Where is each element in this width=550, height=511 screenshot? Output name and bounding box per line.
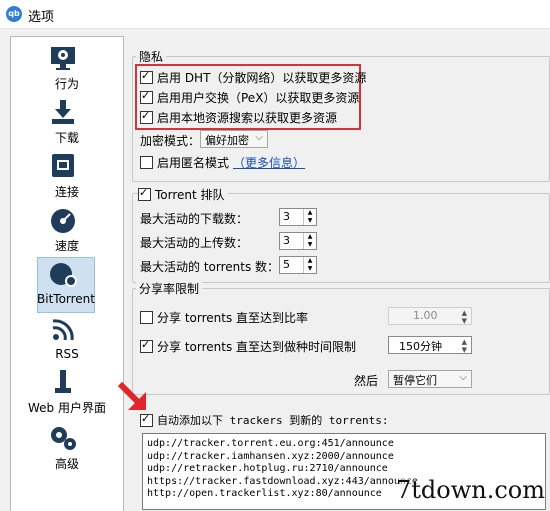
title-bar: qb 选项 [0,0,550,29]
checkbox-box[interactable] [138,186,151,201]
max-uploads-label: 最大活动的上传数： [140,236,249,250]
sidebar-item-label: 高级 [54,457,79,471]
then-action-select[interactable]: 暂停它们 ⌵ [388,370,472,388]
checkbox-box[interactable] [140,338,153,353]
tracker-line: udp://tracker.torrent.eu.org:451/announc… [147,438,394,449]
queue-checkbox[interactable]: Torrent 排队 [138,186,228,203]
sidebar-item-bittorrent[interactable]: BitTorrent [37,257,95,313]
rss-icon [52,319,74,341]
spin-down-icon[interactable]: ▼ [304,241,316,249]
encryption-mode-value: 偏好加密 [205,134,249,147]
sidebar-item-rss[interactable]: RSS [11,313,123,367]
globe-gear-icon [50,263,77,287]
anonymous-mode-label: 启用匿名模式 [157,156,230,170]
bittorrent-settings-panel: 隐私 启用 DHT（分散网络）以获取更多资源 启用用户交换（PeX）以获取更多资… [130,36,550,510]
lsd-label: 启用本地资源搜索以获取更多资源 [157,111,338,125]
max-uploads-value: 3 [283,234,290,247]
sidebar-item-connection[interactable]: 连接 [11,149,123,203]
sidebar-item-label: Web 用户界面 [28,401,106,415]
window-title: 选项 [28,10,55,25]
ratio-value-spinbox[interactable]: 1.00 ▲ ▼ [388,307,472,325]
spin-up-icon[interactable]: ▲ [304,257,316,265]
tracker-line: udp://retracker.hotplug.ru:2710/announce [147,463,388,474]
red-arrow-icon [118,382,146,410]
sidebar-item-label: 速度 [54,239,79,253]
spin-up-icon[interactable]: ▲ [304,233,316,241]
seeding-time-value: 150分钟 [399,340,442,353]
checkbox-box[interactable] [140,412,153,427]
tracker-line: udp://tracker.iamhansen.xyz:2000/announc… [147,450,394,462]
sidebar-item-label: BitTorrent [37,292,95,306]
ratio-value: 1.00 [413,309,438,322]
spin-down-icon[interactable]: ▼ [304,217,316,225]
max-downloads-spinbox[interactable]: 3 ▲ ▼ [279,208,317,226]
max-torrents-label: 最大活动的 torrents 数： [140,260,280,274]
max-uploads-spinbox[interactable]: 3 ▲ ▼ [279,232,317,250]
sidebar-item-label: 行为 [54,77,79,91]
sidebar-item-behavior[interactable]: 行为 [11,41,123,95]
qbittorrent-icon: qb [6,6,22,22]
chevron-down-icon: ⌵ [255,132,263,143]
network-port-icon [52,154,74,177]
lsd-checkbox[interactable]: 启用本地资源搜索以获取更多资源 [140,109,337,126]
ratio-limit-label: 分享 torrents 直至达到比率 [157,311,309,325]
encryption-mode-select[interactable]: 偏好加密 ⌵ [200,130,268,148]
sidebar-item-label: RSS [55,347,79,361]
chevron-down-icon: ⌵ [459,372,467,383]
privacy-group-title: 隐私 [136,48,167,65]
encryption-mode-label: 加密模式： [140,134,201,148]
max-downloads-label: 最大活动的下载数： [140,212,249,226]
ratio-group-title: 分享率限制 [136,280,203,297]
seeding-time-label: 分享 torrents 直至达到做种时间限制 [157,340,357,354]
max-downloads-value: 3 [283,210,290,223]
checkbox-box[interactable] [140,89,153,104]
pex-label: 启用用户交换（PeX）以获取更多资源 [157,91,360,105]
pex-checkbox[interactable]: 启用用户交换（PeX）以获取更多资源 [140,89,359,106]
then-action-value: 暂停它们 [393,374,437,387]
auto-add-trackers-checkbox[interactable]: 自动添加以下 trackers 到新的 torrents: [140,412,388,428]
more-info-link[interactable]: （更多信息） [233,154,305,171]
spin-arrows-icon[interactable]: ▲ ▼ [462,338,467,354]
gear-monitor-icon [51,47,75,70]
sidebar-item-label: 下载 [54,131,79,145]
download-tray-icon [52,100,74,124]
usb-stick-icon [55,370,71,393]
dht-checkbox[interactable]: 启用 DHT（分散网络）以获取更多资源 [140,69,366,86]
sidebar-item-label: 连接 [54,185,79,199]
checkbox-box[interactable] [140,311,153,324]
then-label: 然后 [354,374,379,388]
queue-title: Torrent 排队 [155,188,225,202]
auto-add-trackers-label: 自动添加以下 trackers 到新的 torrents: [157,414,389,427]
ratio-limit-checkbox[interactable]: 分享 torrents 直至达到比率 [140,309,308,326]
checkbox-box[interactable] [140,156,153,169]
sidebar-item-advanced[interactable]: 高级 [11,421,123,475]
options-sidebar: 行为 下载 连接 速度 BitTorrent RSS Web 用户界面 高级 [10,36,124,511]
sidebar-item-webui[interactable]: Web 用户界面 [11,365,123,419]
spin-down-icon[interactable]: ▼ [304,265,316,273]
seeding-time-checkbox[interactable]: 分享 torrents 直至达到做种时间限制 [140,338,356,355]
sidebar-item-speed[interactable]: 速度 [11,203,123,257]
seeding-time-spinbox[interactable]: 150分钟 ▲ ▼ [388,336,472,354]
watermark: 7tdown.com [396,476,546,504]
max-torrents-value: 5 [283,258,290,271]
sidebar-item-downloads[interactable]: 下载 [11,95,123,149]
anonymous-mode-checkbox[interactable]: 启用匿名模式 （更多信息） [140,154,305,171]
checkbox-box[interactable] [140,109,153,124]
speedometer-icon [51,209,75,233]
spin-up-icon[interactable]: ▲ [304,209,316,217]
gears-icon [51,427,76,450]
dht-label: 启用 DHT（分散网络）以获取更多资源 [157,71,367,85]
checkbox-box[interactable] [140,69,153,84]
spin-arrows-icon[interactable]: ▲ ▼ [462,309,467,325]
max-torrents-spinbox[interactable]: 5 ▲ ▼ [279,256,317,274]
